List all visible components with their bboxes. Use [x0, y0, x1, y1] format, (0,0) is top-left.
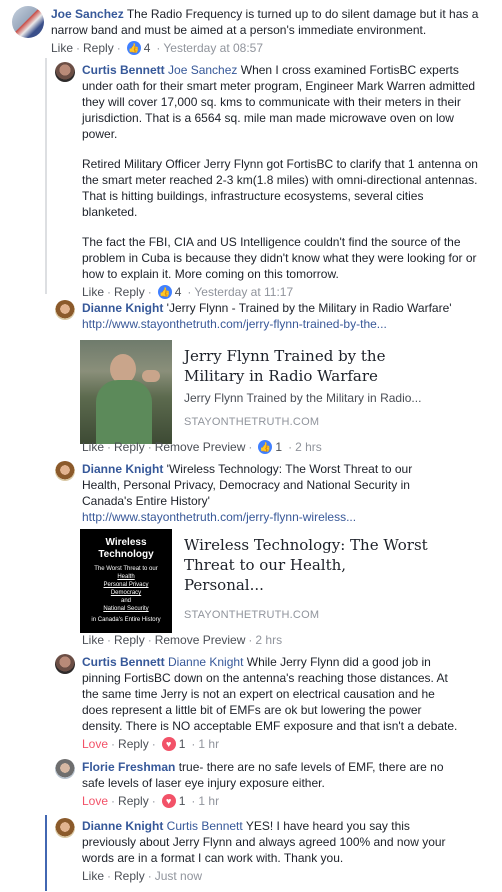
preview-domain: STAYONTHETRUTH.COM	[184, 416, 320, 428]
preview-thumbnail[interactable]	[80, 340, 172, 444]
preview-description: Jerry Flynn Trained by the Military in R…	[184, 391, 422, 405]
like-button[interactable]: Like	[51, 40, 73, 56]
love-button[interactable]: Love	[82, 736, 108, 752]
comment-author[interactable]: Florie Freshman	[82, 760, 175, 774]
timestamp[interactable]: 1 hr	[198, 793, 219, 809]
comment-author[interactable]: Dianne Knight	[82, 819, 163, 833]
preview-thumbnail[interactable]: Wireless Technology The Worst Threat to …	[80, 529, 172, 633]
comment-actions: Like · Reply · 👍 4 · Yesterday at 11:17	[82, 284, 294, 300]
shared-link[interactable]: http://www.stayonthetruth.com/jerry-flyn…	[82, 316, 482, 332]
avatar[interactable]	[55, 818, 75, 838]
preview-title[interactable]: Wireless Technology: The Worst Threat to…	[184, 535, 430, 595]
reaction-count[interactable]: 👍 4	[126, 40, 150, 56]
thumbs-up-icon: 👍	[126, 41, 141, 55]
reply-button[interactable]: Reply	[118, 736, 149, 752]
comment-curtis-bennett: Curtis Bennett Dianne Knight While Jerry…	[55, 654, 490, 752]
comment-author[interactable]: Dianne Knight	[82, 462, 163, 476]
avatar[interactable]	[55, 461, 75, 481]
timestamp[interactable]: Yesterday at 08:57	[163, 40, 263, 56]
comment-actions: Like · Reply · Remove Preview · 👍 1 · 2 h…	[82, 439, 322, 455]
reaction-count[interactable]: ♥ 1	[161, 793, 185, 809]
avatar[interactable]	[12, 6, 44, 38]
reply-button[interactable]: Reply	[114, 632, 145, 648]
reaction-count[interactable]: 👍 4	[157, 284, 181, 300]
thumbs-up-icon: 👍	[258, 440, 273, 454]
comment-actions: Like · Reply · Just now	[82, 868, 203, 884]
mention-tag[interactable]: Joe Sanchez	[168, 63, 237, 77]
timestamp[interactable]: 2 hrs	[295, 439, 322, 455]
reaction-count[interactable]: 👍 1	[258, 439, 282, 455]
reaction-count[interactable]: ♥ 1	[161, 736, 185, 752]
new-comment-indicator	[45, 815, 47, 891]
comment-author[interactable]: Joe Sanchez	[51, 7, 124, 21]
comment-paragraph: Retired Military Officer Jerry Flynn got…	[82, 157, 478, 219]
timestamp[interactable]: 1 hr	[198, 736, 219, 752]
remove-preview-button[interactable]: Remove Preview	[155, 439, 246, 455]
link-preview-card[interactable]: Jerry Flynn Trained by the Military in R…	[80, 340, 440, 444]
avatar[interactable]	[55, 759, 75, 779]
comment-author[interactable]: Dianne Knight	[82, 301, 163, 315]
comment-dianne-knight: Dianne Knight Curtis Bennett YES! I have…	[55, 818, 490, 884]
comment-dianne-knight: Dianne Knight 'Wireless Technology: The …	[55, 461, 490, 525]
timestamp[interactable]: Just now	[155, 868, 202, 884]
like-button[interactable]: Like	[82, 439, 104, 455]
comment-florie-freshman: Florie Freshman true- there are no safe …	[55, 759, 490, 809]
reply-button[interactable]: Reply	[118, 793, 149, 809]
timestamp[interactable]: 2 hrs	[255, 632, 282, 648]
thumbs-up-icon: 👍	[157, 285, 172, 299]
heart-icon: ♥	[161, 794, 176, 808]
preview-title[interactable]: Jerry Flynn Trained by the Military in R…	[184, 346, 430, 386]
heart-icon: ♥	[161, 737, 176, 751]
comment-joe-sanchez: Joe Sanchez The Radio Frequency is turne…	[12, 6, 492, 56]
comment-paragraph: The fact the FBI, CIA and US Intelligenc…	[82, 235, 477, 281]
remove-preview-button[interactable]: Remove Preview	[155, 632, 246, 648]
mention-tag[interactable]: Dianne Knight	[168, 655, 243, 669]
comment-author[interactable]: Curtis Bennett	[82, 63, 165, 77]
shared-link[interactable]: http://www.stayonthetruth.com/jerry-flyn…	[82, 509, 452, 525]
comment-actions: Like · Reply · 👍 4 · Yesterday at 08:57	[51, 40, 264, 56]
comment-actions: Like · Reply · Remove Preview · 2 hrs	[82, 632, 283, 648]
mention-tag[interactable]: Curtis Bennett	[167, 819, 243, 833]
timestamp[interactable]: Yesterday at 11:17	[194, 284, 293, 300]
avatar[interactable]	[55, 62, 75, 82]
preview-domain: STAYONTHETRUTH.COM	[184, 609, 320, 621]
like-button[interactable]: Like	[82, 632, 104, 648]
comment-author[interactable]: Curtis Bennett	[82, 655, 165, 669]
reply-button[interactable]: Reply	[114, 868, 145, 884]
like-button[interactable]: Like	[82, 868, 104, 884]
comment-dianne-knight: Dianne Knight 'Jerry Flynn - Trained by …	[55, 300, 490, 332]
link-preview-card[interactable]: Wireless Technology The Worst Threat to …	[80, 529, 440, 633]
thread-line	[45, 58, 47, 294]
comment-actions: Love · Reply · ♥ 1 · 1 hr	[82, 736, 220, 752]
love-button[interactable]: Love	[82, 793, 108, 809]
reply-button[interactable]: Reply	[114, 439, 145, 455]
reply-button[interactable]: Reply	[114, 284, 145, 300]
avatar[interactable]	[55, 654, 75, 674]
like-button[interactable]: Like	[82, 284, 104, 300]
reply-button[interactable]: Reply	[83, 40, 114, 56]
comment-text: 'Jerry Flynn - Trained by the Military i…	[166, 301, 452, 315]
comment-actions: Love · Reply · ♥ 1 · 1 hr	[82, 793, 220, 809]
comment-curtis-bennett: Curtis Bennett Joe Sanchez When I cross …	[55, 62, 490, 300]
avatar[interactable]	[55, 300, 75, 320]
